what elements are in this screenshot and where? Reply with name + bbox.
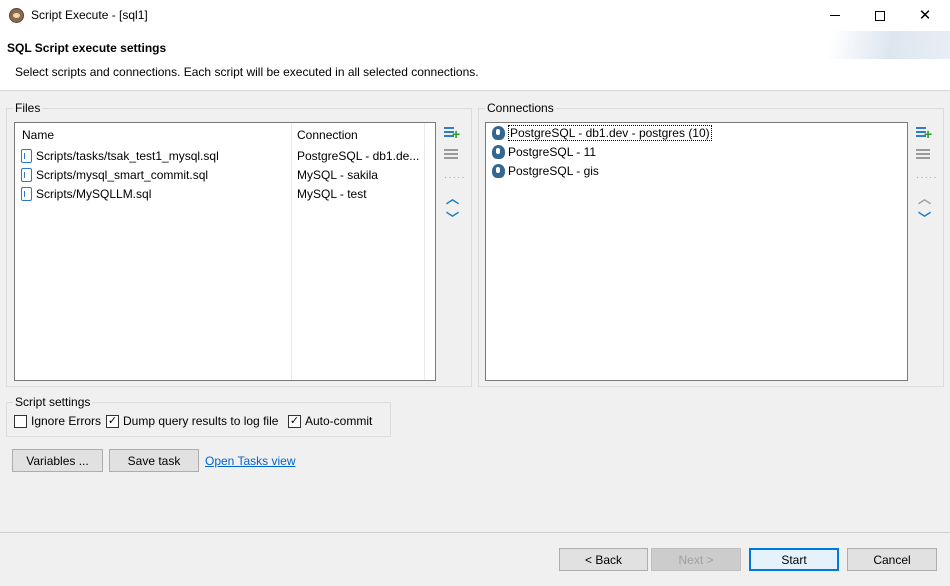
connections-group-label: Connections xyxy=(485,101,556,115)
dots-icon: ····· xyxy=(444,172,466,183)
ignore-errors-checkbox[interactable]: Ignore Errors xyxy=(14,414,101,428)
list-item[interactable]: PostgreSQL - 11 xyxy=(492,143,596,161)
connection-label: PostgreSQL - gis xyxy=(508,164,599,178)
open-tasks-view-link[interactable]: Open Tasks view xyxy=(205,454,296,468)
add-file-button[interactable]: + xyxy=(444,124,462,142)
remove-icon xyxy=(444,149,458,161)
cancel-button[interactable]: Cancel xyxy=(847,548,937,571)
file-name-cell: Scripts/MySQLLM.sql xyxy=(21,187,151,201)
next-button[interactable]: Next > xyxy=(651,548,741,571)
file-name-cell: Scripts/mysql_smart_commit.sql xyxy=(21,168,208,182)
file-name: Scripts/mysql_smart_commit.sql xyxy=(36,168,209,182)
remove-icon xyxy=(916,149,930,161)
maximize-button[interactable] xyxy=(857,0,903,31)
file-name: Scripts/MySQLLM.sql xyxy=(36,187,152,201)
save-task-button[interactable]: Save task xyxy=(109,449,199,472)
checkmark-icon: ✓ xyxy=(107,414,118,427)
connections-toolbar: + ····· ︿ ﹀ xyxy=(916,124,937,234)
files-toolbar: + ····· ︿ ﹀ xyxy=(444,124,465,234)
file-connection-cell: MySQL - sakila xyxy=(297,168,378,182)
window-title: Script Execute - [sql1] xyxy=(31,8,148,22)
move-down-button[interactable]: ﹀ xyxy=(916,212,934,228)
checkbox-box[interactable]: ✓ xyxy=(106,414,119,428)
script-settings-label: Script settings xyxy=(13,395,93,409)
checkbox-box[interactable]: ✓ xyxy=(288,414,301,428)
list-item[interactable]: PostgreSQL - gis xyxy=(492,162,599,180)
files-table-header: Name Connection xyxy=(15,123,435,145)
plus-icon: + xyxy=(924,126,933,142)
move-up-button[interactable]: ︿ xyxy=(916,192,934,208)
plus-icon: + xyxy=(452,126,461,142)
chevron-down-icon: ﹀ xyxy=(446,211,460,226)
footer-divider xyxy=(0,532,950,533)
banner-decoration xyxy=(800,31,950,59)
clear-files-button[interactable]: ····· xyxy=(444,166,465,183)
checkbox-label: Ignore Errors xyxy=(31,414,102,428)
page-title: SQL Script execute settings xyxy=(7,41,167,55)
clear-connections-button[interactable]: ····· xyxy=(916,166,937,183)
close-icon: ✕ xyxy=(918,7,932,24)
checkbox-label: Auto-commit xyxy=(305,414,373,428)
postgresql-icon xyxy=(492,126,505,140)
dbeaver-app-icon xyxy=(9,8,24,23)
chevron-down-icon: ﹀ xyxy=(918,211,932,226)
chevron-up-icon: ︿ xyxy=(918,191,932,206)
file-name-cell: Scripts/tasks/tsak_test1_mysql.sql xyxy=(21,149,219,163)
list-item[interactable]: PostgreSQL - db1.dev - postgres (10) xyxy=(492,124,712,142)
column-header-connection[interactable]: Connection xyxy=(297,128,358,142)
file-connection-cell: MySQL - test xyxy=(297,187,367,201)
connections-list[interactable]: PostgreSQL - db1.dev - postgres (10) Pos… xyxy=(485,122,908,381)
remove-connection-button[interactable] xyxy=(916,146,934,162)
remove-file-button[interactable] xyxy=(444,146,462,162)
close-button[interactable]: ✕ xyxy=(902,0,948,31)
maximize-icon xyxy=(875,10,885,21)
start-button[interactable]: Start xyxy=(749,548,839,571)
move-down-button[interactable]: ﹀ xyxy=(444,212,462,228)
column-header-name[interactable]: Name xyxy=(22,128,54,142)
sql-script-icon xyxy=(21,168,32,182)
files-group-label: Files xyxy=(13,101,43,115)
connection-label: PostgreSQL - db1.dev - postgres (10) xyxy=(508,125,712,141)
dots-icon: ····· xyxy=(916,172,938,183)
checkbox-label: Dump query results to log file xyxy=(123,414,279,428)
minimize-button[interactable] xyxy=(812,0,858,31)
postgresql-icon xyxy=(492,145,505,159)
header-banner: SQL Script execute settings Select scrip… xyxy=(0,31,950,91)
files-table[interactable]: Name Connection Scripts/tasks/tsak_test1… xyxy=(14,122,436,381)
postgresql-icon xyxy=(492,164,505,178)
back-button[interactable]: < Back xyxy=(559,548,648,571)
add-connection-button[interactable]: + xyxy=(916,124,934,142)
sql-script-icon xyxy=(21,149,32,163)
table-row[interactable]: Scripts/mysql_smart_commit.sql MySQL - s… xyxy=(15,166,435,185)
connection-label: PostgreSQL - 11 xyxy=(508,145,597,159)
chevron-up-icon: ︿ xyxy=(446,191,460,206)
checkmark-icon: ✓ xyxy=(289,414,300,427)
sql-script-icon xyxy=(21,187,32,201)
variables-button[interactable]: Variables ... xyxy=(12,449,103,472)
file-name: Scripts/tasks/tsak_test1_mysql.sql xyxy=(36,149,219,163)
auto-commit-checkbox[interactable]: ✓ Auto-commit xyxy=(288,414,372,428)
dump-results-checkbox[interactable]: ✓ Dump query results to log file xyxy=(106,414,278,428)
title-bar: Script Execute - [sql1] ✕ xyxy=(0,0,950,31)
minimize-icon xyxy=(830,15,840,16)
move-up-button[interactable]: ︿ xyxy=(444,192,462,208)
table-row[interactable]: Scripts/tasks/tsak_test1_mysql.sql Postg… xyxy=(15,147,435,166)
checkbox-box[interactable] xyxy=(14,414,27,428)
file-connection-cell: PostgreSQL - db1.de... xyxy=(297,149,420,163)
table-row[interactable]: Scripts/MySQLLM.sql MySQL - test xyxy=(15,185,435,204)
page-description: Select scripts and connections. Each scr… xyxy=(15,65,479,79)
